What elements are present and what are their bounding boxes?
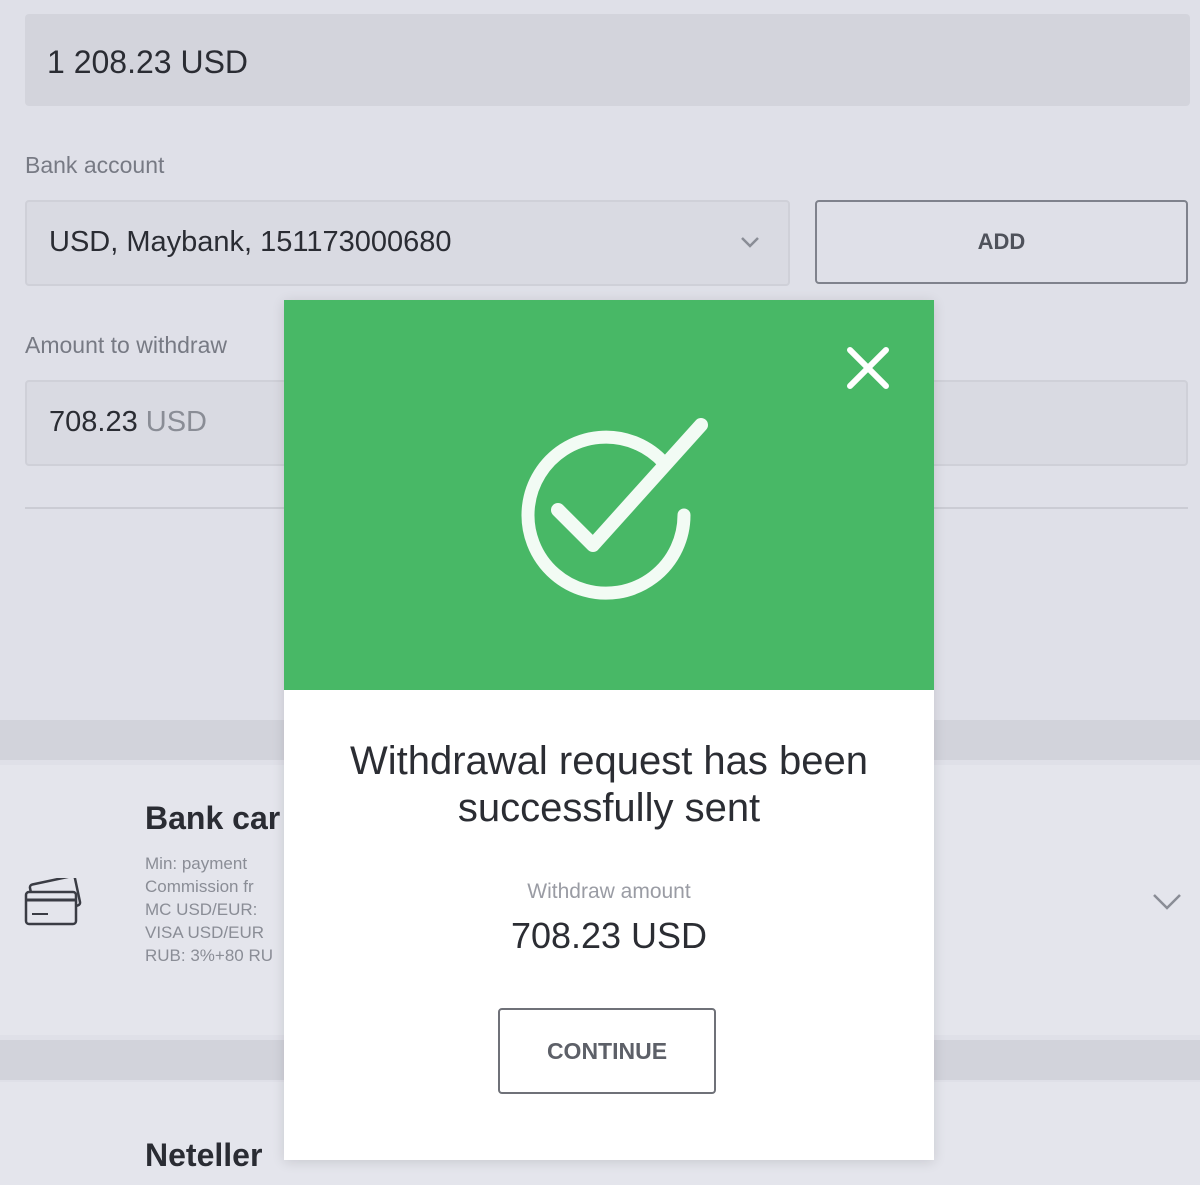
bank-account-label: Bank account [25,152,165,178]
amount-label: Amount to withdraw [25,332,227,358]
success-modal: Withdrawal request has been successfully… [284,300,934,1160]
credit-card-icon [24,878,82,926]
close-icon[interactable] [842,342,894,394]
add-account-button[interactable]: ADD [815,200,1188,284]
check-circle-icon [521,418,708,600]
bank-account-value: USD, Maybank, 151173000680 [49,226,452,258]
balance-field: 1 208.23 USD [25,14,1190,106]
amount-currency: USD [137,406,207,438]
method-title: Neteller [145,1137,263,1173]
modal-header [284,300,934,690]
method-title: Bank car [145,800,281,836]
method-details: Min: payment Commission fr MC USD/EUR: V… [145,854,274,965]
bank-account-select[interactable]: USD, Maybank, 151173000680 [25,200,790,286]
expand-chevron-icon[interactable] [1150,886,1184,916]
chevron-down-icon [741,237,759,248]
withdraw-amount-label: Withdraw amount [527,880,691,903]
balance-value: 1 208.23 USD [47,44,249,80]
modal-title: Withdrawal request has been successfully… [349,739,869,830]
amount-number: 708.23 [49,406,138,438]
withdraw-amount-value: 708.23 USD [510,915,708,956]
continue-button[interactable]: CONTINUE [498,1008,716,1094]
